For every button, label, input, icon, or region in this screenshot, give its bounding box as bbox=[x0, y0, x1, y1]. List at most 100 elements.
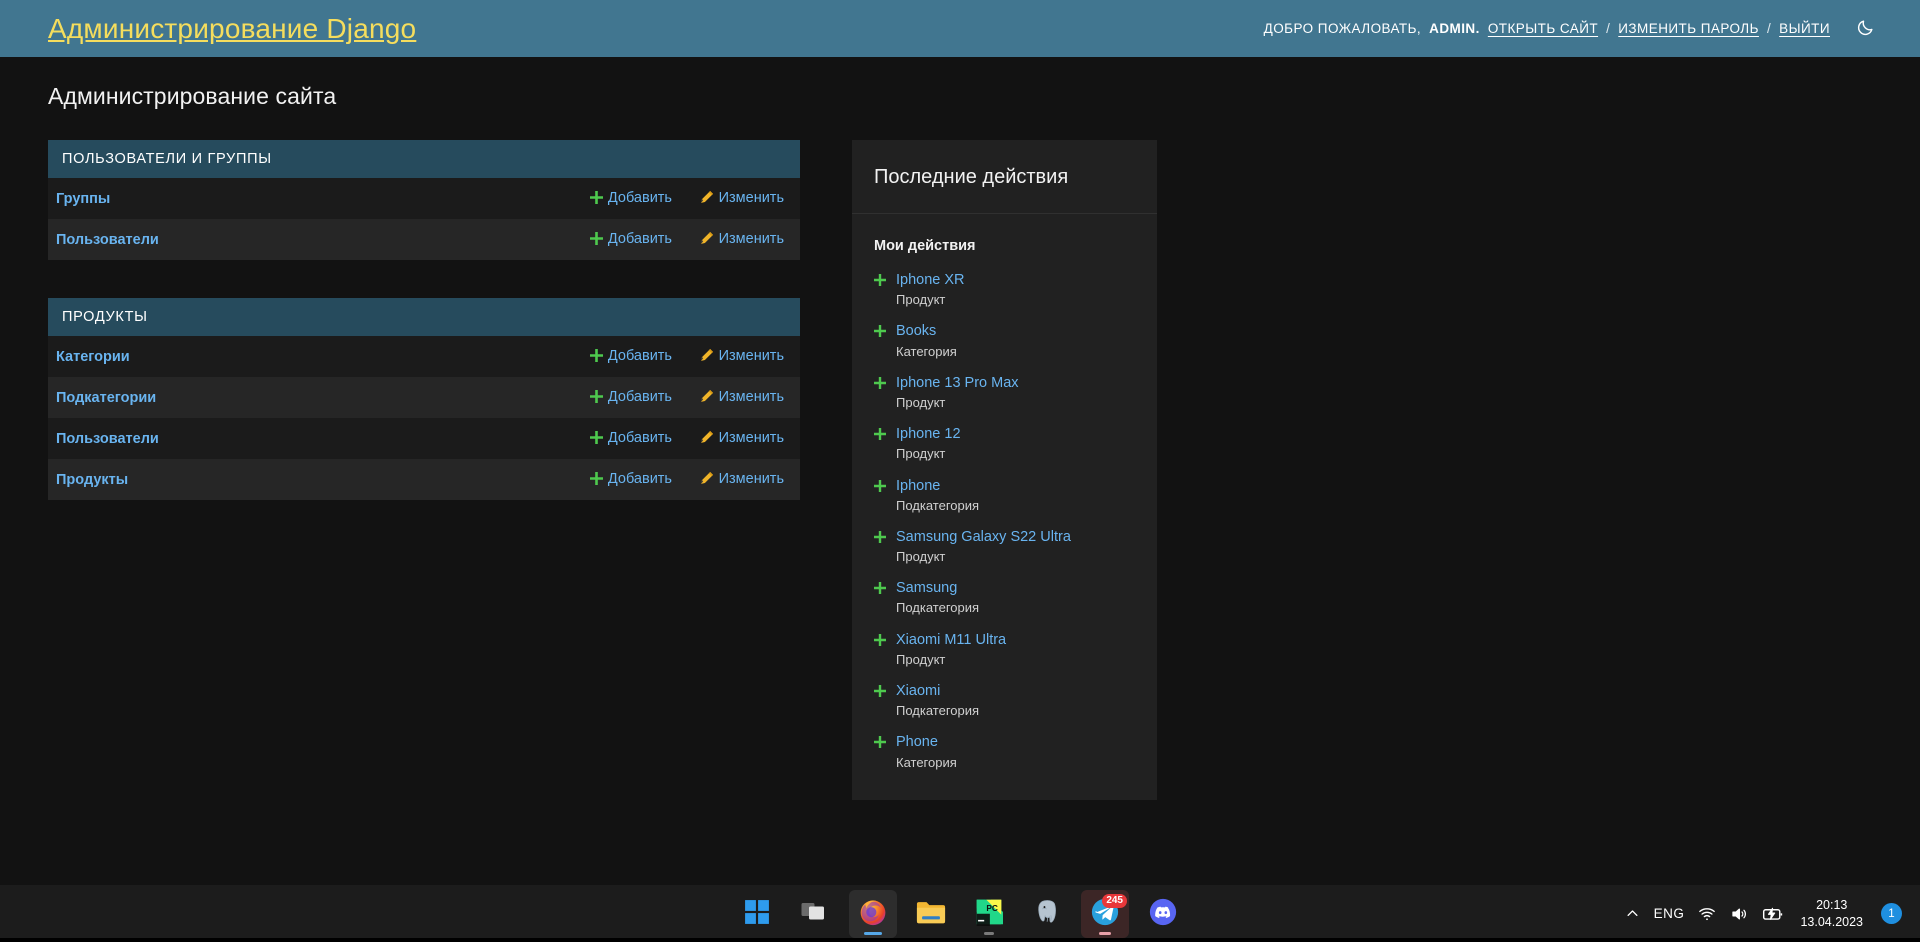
wifi-icon[interactable] bbox=[1698, 905, 1716, 923]
add-link-label: Добавить bbox=[607, 231, 672, 247]
logout-link[interactable]: Выйти bbox=[1779, 21, 1830, 36]
pencil-icon bbox=[700, 348, 714, 366]
add-link[interactable]: Добавить bbox=[589, 389, 672, 407]
add-cell: Добавить bbox=[550, 219, 680, 260]
notification-badge[interactable]: 1 bbox=[1881, 903, 1902, 924]
add-link[interactable]: Добавить bbox=[589, 471, 672, 489]
model-row: Группы Добавить Изменить bbox=[48, 178, 800, 219]
recent-action-link[interactable]: Samsung Galaxy S22 Ultra bbox=[896, 529, 1071, 545]
recent-action-link[interactable]: Books bbox=[896, 323, 936, 339]
app-module-caption[interactable]: Пользователи и группы bbox=[48, 140, 800, 178]
plus-icon bbox=[589, 191, 603, 208]
running-indicator bbox=[984, 931, 994, 935]
recent-action-link[interactable]: Iphone 12 bbox=[896, 426, 961, 442]
recent-action-model: Подкатегория bbox=[896, 497, 980, 513]
plus-icon bbox=[589, 431, 603, 448]
model-name-cell: Продукты bbox=[48, 459, 550, 500]
recent-action-item: Phone Категория bbox=[874, 726, 1135, 777]
view-site-link[interactable]: Открыть сайт bbox=[1488, 21, 1598, 36]
clock-date: 13.04.2023 bbox=[1800, 914, 1863, 929]
recent-actions-subtitle: Мои действия bbox=[874, 238, 976, 254]
change-link[interactable]: Изменить bbox=[700, 190, 784, 206]
add-link[interactable]: Добавить bbox=[589, 348, 672, 364]
recent-action-link[interactable]: Iphone XR bbox=[896, 272, 965, 288]
plus-icon bbox=[874, 479, 886, 497]
speaker-icon[interactable] bbox=[1730, 905, 1748, 923]
folder-icon bbox=[916, 899, 946, 928]
model-link[interactable]: Пользователи bbox=[56, 232, 159, 248]
start-button[interactable] bbox=[733, 890, 781, 938]
plus-icon bbox=[874, 735, 886, 753]
main-columns: Пользователи и группы Группы Добавить Измен… bbox=[0, 140, 1920, 800]
plus-icon bbox=[589, 232, 603, 249]
postgresql-button[interactable] bbox=[1023, 890, 1071, 938]
pencil-icon bbox=[700, 231, 714, 249]
model-link[interactable]: Пользователи bbox=[56, 431, 159, 447]
add-link[interactable]: Добавить bbox=[589, 231, 672, 249]
model-link[interactable]: Продукты bbox=[56, 472, 128, 488]
change-cell: Изменить bbox=[680, 219, 800, 260]
file-explorer-button[interactable] bbox=[907, 890, 955, 938]
recent-action-model: Категория bbox=[896, 343, 957, 359]
recent-action-item: Iphone 12 Продукт bbox=[874, 418, 1135, 469]
app-module: Пользователи и группы Группы Добавить Измен… bbox=[48, 140, 800, 260]
recent-actions-module: Последние действия Мои действия Iphone X… bbox=[852, 140, 1157, 800]
recent-action-model: Категория bbox=[896, 754, 957, 770]
change-password-link[interactable]: Изменить пароль bbox=[1618, 21, 1759, 36]
taskbar-clock[interactable]: 20:13 13.04.2023 bbox=[1800, 897, 1863, 931]
site-branding-title[interactable]: Администрирование Django bbox=[48, 13, 416, 45]
battery-charging-icon[interactable] bbox=[1762, 905, 1784, 923]
pencil-icon bbox=[700, 430, 714, 448]
user-tools-separator-1: / bbox=[1606, 21, 1611, 36]
desktop-bottom-strip bbox=[0, 938, 1920, 942]
recent-action-link[interactable]: Xiaomi M11 Ultra bbox=[896, 632, 1006, 648]
discord-button[interactable] bbox=[1139, 890, 1187, 938]
recent-action-link[interactable]: Iphone 13 Pro Max bbox=[896, 375, 1019, 391]
recent-action-link[interactable]: Samsung bbox=[896, 580, 957, 596]
task-view-button[interactable] bbox=[791, 890, 839, 938]
model-row: Пользователи Добавить Изменить bbox=[48, 418, 800, 459]
plus-icon bbox=[589, 472, 603, 489]
recent-action-link[interactable]: Xiaomi bbox=[896, 683, 940, 699]
telegram-badge-count: 245 bbox=[1102, 893, 1127, 908]
chevron-up-icon[interactable] bbox=[1625, 906, 1640, 921]
add-link-label: Добавить bbox=[607, 389, 672, 405]
model-link[interactable]: Категории bbox=[56, 349, 130, 365]
change-link[interactable]: Изменить bbox=[700, 471, 784, 487]
add-cell: Добавить bbox=[550, 178, 680, 219]
add-link[interactable]: Добавить bbox=[589, 430, 672, 448]
change-link[interactable]: Изменить bbox=[700, 430, 784, 446]
add-link-label: Добавить bbox=[607, 471, 672, 487]
recent-action-item: Iphone 13 Pro Max Продукт bbox=[874, 367, 1135, 418]
model-name-cell: Группы bbox=[48, 178, 550, 219]
recent-actions-title: Последние действия bbox=[852, 140, 1157, 214]
plus-icon bbox=[874, 633, 886, 651]
theme-toggle-button[interactable] bbox=[1852, 16, 1878, 42]
model-table: Категории Добавить Изменить Подкатегории Доб… bbox=[48, 336, 800, 500]
model-link[interactable]: Группы bbox=[56, 191, 110, 207]
plus-icon bbox=[874, 530, 886, 548]
add-link[interactable]: Добавить bbox=[589, 190, 672, 208]
change-link-label: Изменить bbox=[718, 231, 784, 247]
telegram-button[interactable]: 245 bbox=[1081, 889, 1129, 938]
model-link[interactable]: Подкатегории bbox=[56, 390, 156, 406]
firefox-button[interactable] bbox=[849, 889, 897, 938]
change-link[interactable]: Изменить bbox=[700, 348, 784, 364]
recent-action-link[interactable]: Phone bbox=[896, 734, 938, 750]
recent-action-link[interactable]: Iphone bbox=[896, 478, 940, 494]
recent-action-model: Подкатегория bbox=[896, 703, 980, 719]
change-link-label: Изменить bbox=[718, 430, 784, 446]
model-name-cell: Подкатегории bbox=[48, 377, 550, 418]
change-link[interactable]: Изменить bbox=[700, 231, 784, 247]
model-name-cell: Категории bbox=[48, 336, 550, 377]
recent-actions-list: Iphone XR Продукт Books Категория Iphone 13 … bbox=[852, 264, 1157, 778]
language-indicator[interactable]: ENG bbox=[1654, 906, 1685, 921]
pycharm-button[interactable]: PC bbox=[965, 890, 1013, 938]
recent-action-model: Продукт bbox=[896, 549, 946, 564]
add-cell: Добавить bbox=[550, 459, 680, 500]
change-link[interactable]: Изменить bbox=[700, 389, 784, 405]
app-module-caption[interactable]: Продукты bbox=[48, 298, 800, 336]
change-cell: Изменить bbox=[680, 459, 800, 500]
plus-icon bbox=[874, 427, 886, 445]
plus-icon bbox=[589, 390, 603, 407]
